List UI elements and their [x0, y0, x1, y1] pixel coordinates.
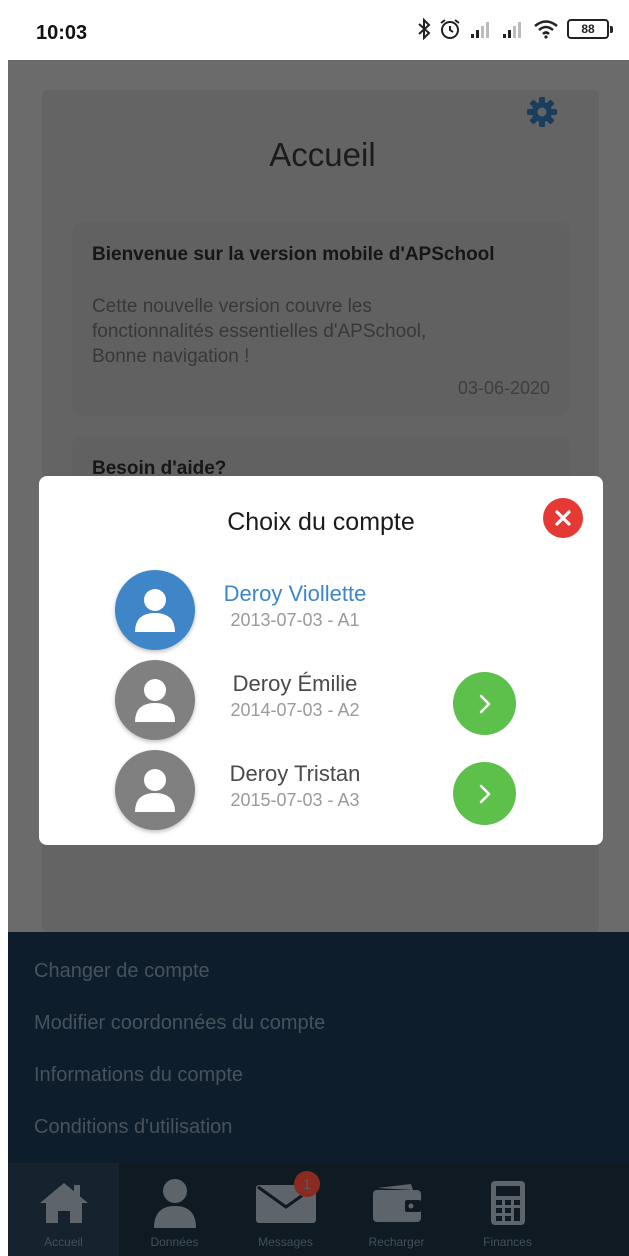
menu-item-account-info[interactable]: Informations du compte — [34, 1064, 243, 1087]
battery-level: 88 — [581, 22, 595, 36]
status-bar: 10:03 88 — [0, 0, 629, 60]
alarm-icon — [440, 19, 460, 39]
signal-icon — [503, 22, 521, 38]
user-icon — [135, 589, 175, 632]
select-account-button[interactable] — [453, 672, 516, 735]
tab-label: Recharger — [368, 1235, 425, 1249]
account-meta: 2013-07-03 - A1 — [230, 610, 360, 630]
close-button[interactable] — [543, 498, 583, 538]
user-icon — [153, 1179, 196, 1228]
unread-badge: 1 — [294, 1171, 320, 1197]
tab-messages[interactable]: 1 Messages — [230, 1163, 341, 1256]
tab-finances[interactable]: Finances — [452, 1163, 563, 1256]
tab-label: Messages — [258, 1235, 313, 1249]
calculator-icon — [490, 1181, 525, 1225]
gear-icon[interactable] — [526, 96, 558, 128]
tab-recharger[interactable]: Recharger — [341, 1163, 452, 1256]
signal-icon — [471, 22, 489, 38]
account-chooser-modal: Choix du compte Deroy Viollette 2013-07-… — [39, 476, 603, 845]
bluetooth-icon — [418, 18, 431, 40]
account-name: Deroy Tristan — [229, 761, 361, 786]
avatar — [115, 660, 195, 740]
account-row[interactable]: Deroy Viollette 2013-07-03 - A1 — [39, 570, 603, 650]
wifi-icon — [534, 20, 558, 39]
account-row[interactable]: Deroy Tristan 2015-07-03 - A3 — [39, 750, 603, 830]
account-text: Deroy Émilie 2014-07-03 - A2 — [189, 670, 401, 722]
news-body-line: Bonne navigation ! — [92, 346, 250, 367]
select-account-button[interactable] — [453, 762, 516, 825]
close-icon — [555, 510, 571, 526]
chevron-right-icon — [479, 694, 490, 713]
menu-item-terms[interactable]: Conditions d'utilisation — [34, 1116, 232, 1139]
status-time: 10:03 — [36, 22, 88, 44]
status-icons: 88 — [417, 18, 613, 40]
battery-icon: 88 — [567, 19, 613, 39]
account-row[interactable]: Deroy Émilie 2014-07-03 - A2 — [39, 660, 603, 740]
account-menu: Changer de compte Modifier coordonnées d… — [8, 932, 629, 1163]
chevron-right-icon — [479, 784, 490, 803]
modal-title: Choix du compte — [227, 508, 415, 536]
news-date: 03-06-2020 — [457, 378, 550, 398]
news-card: Bienvenue sur la version mobile d'APScho… — [72, 222, 570, 416]
news-title: Bienvenue sur la version mobile d'APScho… — [92, 244, 495, 265]
news-body: Cette nouvelle version couvre les foncti… — [92, 294, 552, 369]
news-body-line: fonctionnalités essentielles d'APSchool, — [92, 321, 427, 342]
menu-item-edit-contact[interactable]: Modifier coordonnées du compte — [34, 1012, 325, 1035]
page-title: Accueil — [269, 136, 376, 173]
user-icon — [135, 679, 175, 722]
tab-donnees[interactable]: Données — [119, 1163, 230, 1256]
tab-bar: Accueil Données 1 Messages Recharger Fin… — [8, 1163, 629, 1256]
account-text: Deroy Viollette 2013-07-03 - A1 — [189, 580, 401, 632]
account-name: Deroy Viollette — [223, 581, 367, 606]
avatar — [115, 750, 195, 830]
user-icon — [135, 769, 175, 812]
account-text: Deroy Tristan 2015-07-03 - A3 — [189, 760, 401, 812]
account-name: Deroy Émilie — [232, 671, 358, 696]
tab-accueil[interactable]: Accueil — [8, 1163, 119, 1256]
wallet-icon — [372, 1184, 421, 1222]
tab-label: Finances — [483, 1235, 532, 1249]
tab-label: Données — [150, 1235, 199, 1249]
account-meta: 2015-07-03 - A3 — [230, 790, 360, 810]
avatar — [115, 570, 195, 650]
tab-label: Accueil — [44, 1235, 83, 1249]
news-body-line: Cette nouvelle version couvre les — [92, 296, 372, 317]
home-icon — [39, 1183, 88, 1223]
account-meta: 2014-07-03 - A2 — [230, 700, 360, 720]
menu-item-change-account[interactable]: Changer de compte — [34, 960, 210, 983]
